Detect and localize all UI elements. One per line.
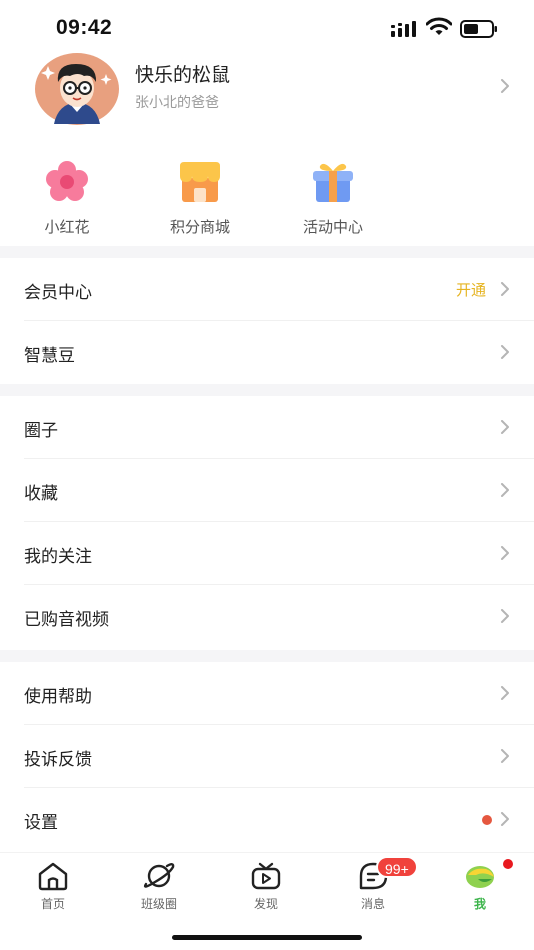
chevron-right-icon	[498, 749, 512, 763]
quick-item-points-store[interactable]: 积分商城	[140, 160, 260, 237]
tab-label: 班级圈	[140, 897, 177, 911]
signal-icon	[391, 21, 416, 37]
chevron-right-icon	[498, 483, 512, 497]
user-avatar	[35, 53, 119, 125]
menu-item-feedback[interactable]: 投诉反馈	[0, 725, 534, 788]
section-divider	[0, 384, 534, 396]
tab-class-circle[interactable]: 班级圈	[114, 861, 204, 912]
menu-item-label: 使用帮助	[24, 687, 92, 706]
quick-actions: 小红花 积分商城 活动中心	[0, 160, 534, 240]
menu-item-label: 智慧豆	[24, 346, 75, 365]
menu-item-settings[interactable]: 设置	[0, 788, 534, 851]
tab-me[interactable]: 我	[435, 861, 525, 912]
quick-item-activity-center[interactable]: 活动中心	[273, 160, 393, 237]
settings-notification-dot	[482, 815, 492, 825]
menu-item-favorites[interactable]: 收藏	[0, 459, 534, 522]
menu-item-label: 会员中心	[24, 283, 92, 302]
home-icon	[38, 862, 68, 891]
chevron-right-icon	[498, 812, 512, 826]
section-divider	[0, 246, 534, 258]
gift-icon	[313, 163, 353, 202]
menu-item-member-center[interactable]: 会员中心 开通	[0, 258, 534, 321]
chevron-right-icon	[498, 79, 512, 93]
wifi-icon	[426, 17, 452, 35]
chevron-right-icon	[498, 546, 512, 560]
menu-item-following[interactable]: 我的关注	[0, 522, 534, 585]
member-open-link[interactable]: 开通	[456, 279, 486, 300]
tab-label: 首页	[40, 897, 65, 911]
menu-item-purchased-media[interactable]: 已购音视频	[0, 585, 534, 648]
message-count-badge: 99+	[376, 856, 418, 878]
chevron-right-icon	[498, 686, 512, 700]
me-notification-dot	[503, 859, 513, 869]
chevron-right-icon	[498, 609, 512, 623]
menu-item-circle[interactable]: 圈子	[0, 396, 534, 459]
quick-item-red-flower[interactable]: 小红花	[7, 160, 127, 237]
tab-discover[interactable]: 发现	[221, 861, 311, 912]
quick-item-label: 活动中心	[302, 219, 363, 236]
chevron-right-icon	[498, 345, 512, 359]
menu-item-label: 收藏	[24, 484, 58, 503]
planet-icon	[143, 863, 175, 888]
battery-icon	[460, 20, 497, 38]
tab-home[interactable]: 首页	[8, 861, 98, 912]
avatar-icon	[466, 866, 494, 888]
status-bar: 09:42	[0, 0, 534, 52]
store-icon	[180, 162, 220, 202]
tab-label: 消息	[360, 897, 385, 911]
menu-item-label: 我的关注	[24, 547, 92, 566]
profile-card[interactable]: 快乐的松鼠 张小北的爸爸	[0, 48, 534, 130]
tab-label: 发现	[253, 897, 278, 911]
menu-item-label: 设置	[24, 813, 58, 832]
status-time: 09:42	[56, 16, 113, 39]
profile-subtitle: 张小北的爸爸	[135, 94, 219, 110]
home-indicator[interactable]	[172, 935, 362, 940]
section-divider	[0, 650, 534, 662]
red-flower-icon	[46, 161, 88, 201]
profile-name: 快乐的松鼠	[135, 65, 231, 86]
chevron-right-icon	[498, 282, 512, 296]
menu-item-wisdom-beans[interactable]: 智慧豆	[0, 321, 534, 384]
menu-item-help[interactable]: 使用帮助	[0, 662, 534, 725]
menu-item-label: 已购音视频	[24, 610, 109, 629]
menu-item-label: 投诉反馈	[24, 750, 92, 769]
chevron-right-icon	[498, 420, 512, 434]
tv-play-icon	[251, 862, 281, 890]
menu-item-label: 圈子	[24, 421, 58, 440]
quick-item-label: 积分商城	[169, 219, 230, 236]
quick-item-label: 小红花	[44, 219, 90, 236]
tab-label: 我	[473, 897, 486, 911]
